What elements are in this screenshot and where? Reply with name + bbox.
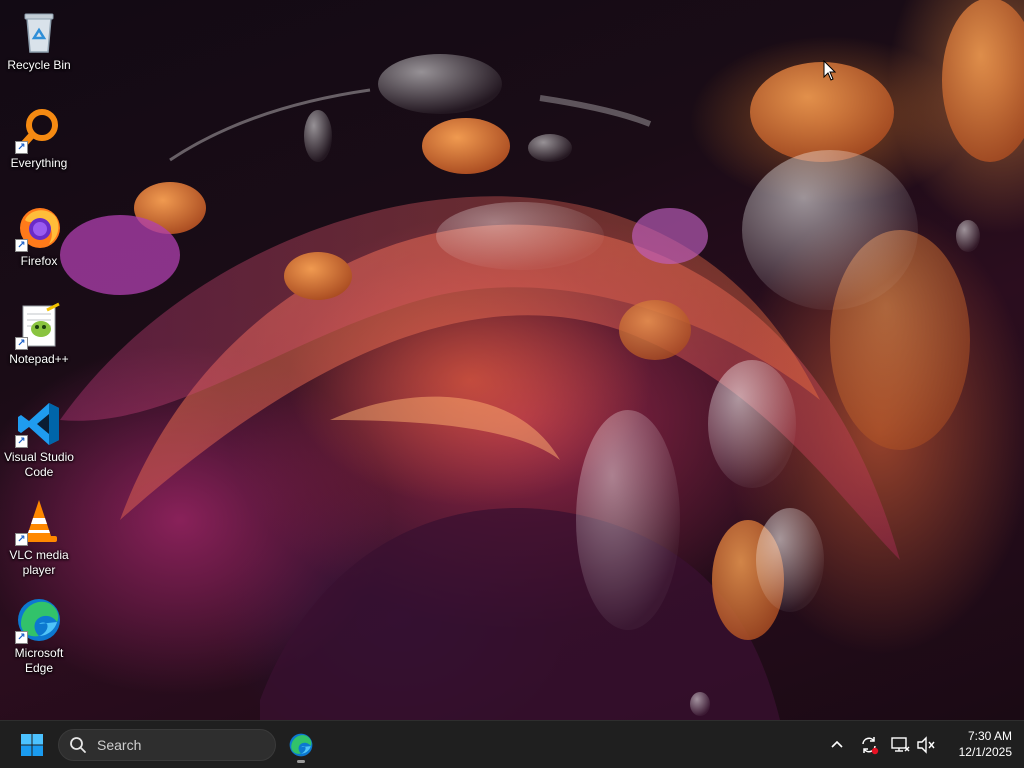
desktop-icon-everything[interactable]: ↗ Everything: [2, 106, 76, 171]
desktop-icon-label: Notepad++: [9, 352, 69, 366]
everything-search-icon: ↗: [15, 106, 63, 154]
sync-alert-icon: [862, 737, 879, 755]
windows-start-icon: [21, 734, 43, 756]
wallpaper: [60, 0, 1024, 720]
running-indicator: [297, 760, 305, 763]
edge-icon: [289, 733, 313, 757]
show-hidden-icons-button[interactable]: [825, 733, 849, 757]
sync-status-button[interactable]: [857, 733, 881, 757]
desktop-icon-notepad-plus-plus[interactable]: ↗ Notepad++: [2, 302, 76, 367]
clock-date: 12/1/2025: [958, 745, 1012, 759]
recycle-bin-icon: [15, 8, 63, 56]
volume-button[interactable]: [914, 733, 938, 757]
shortcut-arrow-icon: ↗: [15, 435, 28, 448]
network-disconnected-icon: [891, 737, 910, 752]
clock-time: 7:30 AM: [967, 729, 1012, 743]
taskbar: Search 7:30 AM 12/1/2025: [0, 720, 1024, 768]
volume-muted-icon: [917, 736, 935, 754]
desktop-icon-recycle-bin[interactable]: Recycle Bin: [2, 8, 76, 73]
desktop-icon-firefox[interactable]: ↗ Firefox: [2, 204, 76, 269]
search-placeholder: Search: [97, 737, 142, 753]
taskbar-app-edge[interactable]: [284, 727, 318, 763]
desktop-icon-label: VLC media player: [9, 548, 69, 577]
notepad-plus-plus-icon: ↗: [15, 302, 63, 350]
desktop-icon-label: Firefox: [20, 254, 58, 268]
shortcut-arrow-icon: ↗: [15, 631, 28, 644]
vscode-icon: ↗: [15, 400, 63, 448]
edge-icon: ↗: [15, 596, 63, 644]
desktop-icon-edge[interactable]: ↗ Microsoft Edge: [2, 596, 76, 676]
desktop-icon-label: Microsoft Edge: [14, 646, 64, 675]
shortcut-arrow-icon: ↗: [15, 141, 28, 154]
desktop-icon-label: Recycle Bin: [7, 58, 71, 72]
taskbar-clock[interactable]: 7:30 AM 12/1/2025: [944, 728, 1012, 760]
desktop-icon-vlc[interactable]: ↗ VLC media player: [2, 498, 76, 578]
network-button[interactable]: [888, 733, 912, 757]
shortcut-arrow-icon: ↗: [15, 533, 28, 546]
start-button[interactable]: [16, 729, 48, 761]
firefox-icon: ↗: [15, 204, 63, 252]
vlc-icon: ↗: [15, 498, 63, 546]
shortcut-arrow-icon: ↗: [15, 337, 28, 350]
shortcut-arrow-icon: ↗: [15, 239, 28, 252]
desktop-icon-label: Everything: [10, 156, 68, 170]
desktop-icon-label: Visual Studio Code: [4, 450, 74, 479]
chevron-up-icon: [831, 740, 843, 748]
desktop[interactable]: Recycle Bin ↗ Everything ↗ Firefox ↗ Not…: [0, 0, 1024, 720]
desktop-icon-vscode[interactable]: ↗ Visual Studio Code: [2, 400, 76, 480]
search-icon: [70, 737, 86, 753]
mouse-pointer-icon: [823, 59, 837, 87]
taskbar-search-box[interactable]: Search: [58, 729, 276, 761]
